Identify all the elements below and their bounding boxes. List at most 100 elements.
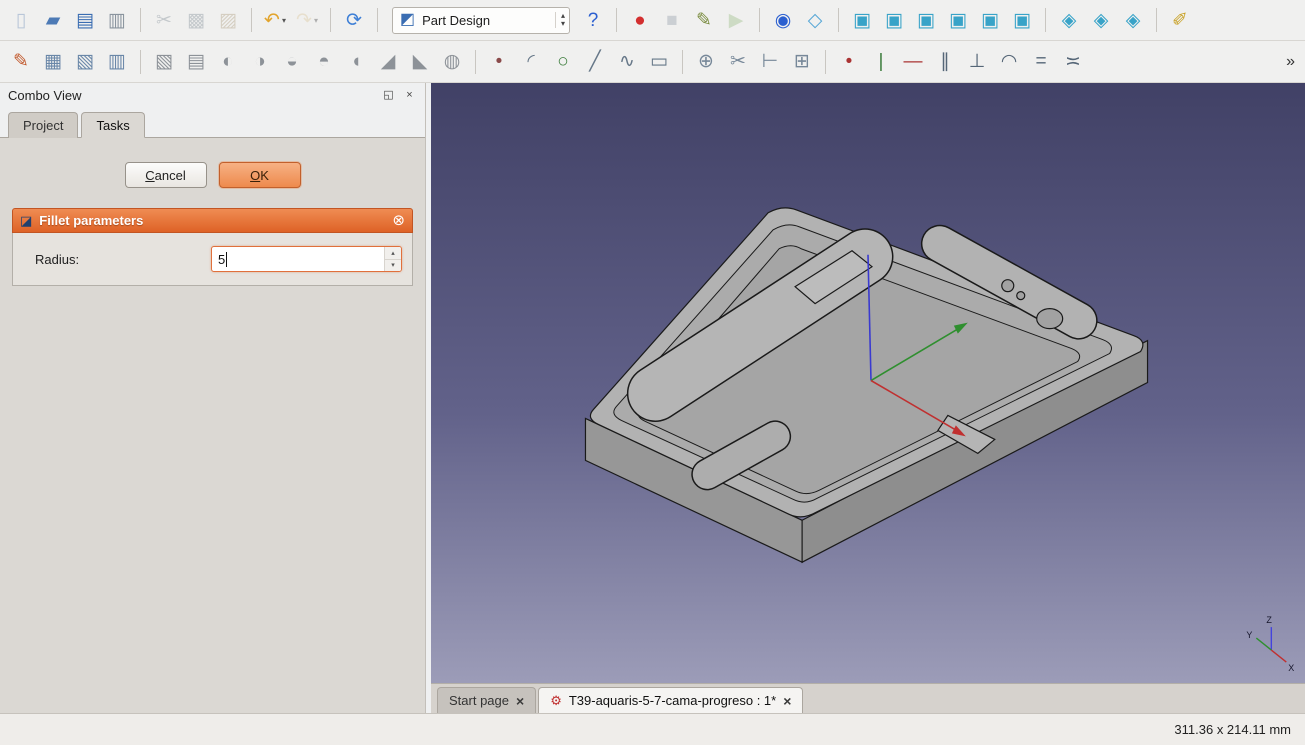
- groove-button[interactable]: ◑: [245, 47, 275, 77]
- freecad-window: ▯ ▰ ▤ ▥ ✂ ▩ ▨ ↶ ▾ ↷ ▾ ⟳ ◩ Part Design ▴ ▾ ? ● ■ ✎ ▶ ◉ ◇ ▣ ▣…: [0, 0, 1305, 745]
- radius-value: 5: [212, 247, 384, 271]
- constrain-coincident-button[interactable]: •: [834, 47, 864, 77]
- workbench-spinner[interactable]: ▴ ▾: [554, 12, 565, 28]
- constrain-horizontal-button[interactable]: —: [898, 47, 928, 77]
- constrain-equal-button[interactable]: =: [1026, 47, 1056, 77]
- constrain-tangent-icon: ◠: [1000, 51, 1018, 72]
- leave-sketch-button[interactable]: ▥: [102, 47, 132, 77]
- tab-project[interactable]: Project: [8, 112, 79, 138]
- task-dialog-buttons: Cancel OK: [0, 162, 425, 188]
- sketch-spline-button[interactable]: ∿: [612, 47, 642, 77]
- extend-edge-button[interactable]: ⊢: [755, 47, 785, 77]
- sketch-spline-icon: ∿: [619, 51, 635, 72]
- toolbar-overflow-button[interactable]: »: [1282, 53, 1299, 71]
- model-body[interactable]: [584, 207, 1149, 564]
- view-rear-button[interactable]: ▣: [943, 5, 973, 35]
- mdi-tab-label: T39-aquaris-5-7-cama-progreso : 1*: [568, 693, 777, 708]
- 3d-viewport[interactable]: Z Y X: [431, 83, 1305, 683]
- view-dimetric-button[interactable]: ◈: [1086, 5, 1116, 35]
- new-file-button[interactable]: ▯: [6, 5, 36, 35]
- thickness-button[interactable]: ◍: [437, 47, 467, 77]
- fillet-button[interactable]: ◖: [341, 47, 371, 77]
- fillet-parameters-header[interactable]: ◪ Fillet parameters ⊗: [12, 208, 413, 233]
- toolbar-separator: [1045, 8, 1046, 32]
- cancel-button[interactable]: Cancel: [124, 162, 207, 188]
- refresh-icon: ⟳: [346, 9, 362, 31]
- constrain-symmetric-button[interactable]: ≍: [1058, 47, 1088, 77]
- constrain-parallel-button[interactable]: ∥: [930, 47, 960, 77]
- map-sketch-to-face-button[interactable]: ▧: [70, 47, 100, 77]
- radius-input[interactable]: 5 ▴ ▾: [211, 246, 402, 272]
- draft-button[interactable]: ◣: [405, 47, 435, 77]
- mdi-tab[interactable]: ⚙ T39-aquaris-5-7-cama-progreso : 1* ×: [538, 687, 804, 713]
- pad-button[interactable]: ▧: [149, 47, 179, 77]
- sketch-point-button[interactable]: •: [484, 47, 514, 77]
- view-trimetric-button[interactable]: ◈: [1118, 5, 1148, 35]
- close-tab-icon[interactable]: ×: [516, 694, 524, 708]
- subtractive-loft-button[interactable]: ◓: [309, 47, 339, 77]
- tab-tasks[interactable]: Tasks: [81, 112, 145, 138]
- copy-icon: ▩: [187, 9, 205, 31]
- measure-distance-button[interactable]: ✐: [1165, 5, 1195, 35]
- constrain-lock-button[interactable]: ⊕: [691, 47, 721, 77]
- new-file-icon: ▯: [15, 9, 27, 31]
- workbench-selector[interactable]: ◩ Part Design ▴ ▾: [392, 6, 570, 34]
- view-front-button[interactable]: ▣: [847, 5, 877, 35]
- trim-edge-button[interactable]: ✂: [723, 47, 753, 77]
- print-button[interactable]: ▥: [102, 5, 132, 35]
- redo-icon: ↷: [296, 9, 312, 31]
- draft-icon: ◣: [412, 51, 428, 72]
- save-button[interactable]: ▤: [70, 5, 100, 35]
- pocket-button[interactable]: ▤: [181, 47, 211, 77]
- macro-edit-icon: ✎: [696, 9, 712, 31]
- undo-button[interactable]: ↶ ▾: [260, 5, 290, 35]
- revolution-button[interactable]: ◐: [213, 47, 243, 77]
- create-sketch-button[interactable]: ✎: [6, 47, 36, 77]
- mini-axis-x-label: X: [1288, 663, 1294, 673]
- external-geometry-icon: ⊞: [794, 51, 810, 72]
- sketch-point-icon: •: [495, 51, 503, 72]
- view-top-button[interactable]: ▣: [879, 5, 909, 35]
- constrain-vertical-button[interactable]: |: [866, 47, 896, 77]
- chamfer-button[interactable]: ◢: [373, 47, 403, 77]
- view-left-button[interactable]: ▣: [1007, 5, 1037, 35]
- fillet-icon: ◖: [350, 51, 362, 72]
- view-axonometric-button[interactable]: ◇: [800, 5, 830, 35]
- constrain-perpendicular-button[interactable]: ⊥: [962, 47, 992, 77]
- zoom-fit-all-button[interactable]: ◉: [768, 5, 798, 35]
- sketch-arc-button[interactable]: ◜: [516, 47, 546, 77]
- view-isometric-button[interactable]: ◈: [1054, 5, 1084, 35]
- additive-loft-button[interactable]: ◒: [277, 47, 307, 77]
- external-geometry-button[interactable]: ⊞: [787, 47, 817, 77]
- edit-sketch-button[interactable]: ▦: [38, 47, 68, 77]
- sketch-rectangle-button[interactable]: ▭: [644, 47, 674, 77]
- view-bottom-button[interactable]: ▣: [975, 5, 1005, 35]
- view-front-icon: ▣: [853, 9, 871, 31]
- collapse-section-button[interactable]: ⊗: [392, 213, 405, 228]
- toolbar-separator: [140, 49, 141, 74]
- close-panel-button[interactable]: ×: [402, 88, 417, 103]
- view-top-icon: ▣: [885, 9, 903, 31]
- view-axonometric-icon: ◇: [807, 9, 823, 31]
- toolbar-separator: [377, 8, 378, 32]
- open-file-button[interactable]: ▰: [38, 5, 68, 35]
- sketch-line-button[interactable]: ╱: [580, 47, 610, 77]
- whats-this-button[interactable]: ?: [578, 5, 608, 35]
- undo-icon: ↶: [264, 9, 280, 31]
- spin-down-button[interactable]: ▾: [385, 259, 401, 271]
- close-tab-icon[interactable]: ×: [783, 694, 791, 708]
- float-panel-button[interactable]: ◱: [381, 88, 396, 103]
- ok-button[interactable]: OK: [218, 162, 301, 188]
- edit-sketch-icon: ▦: [44, 51, 62, 72]
- constrain-tangent-button[interactable]: ◠: [994, 47, 1024, 77]
- thickness-icon: ◍: [443, 51, 461, 72]
- view-right-button[interactable]: ▣: [911, 5, 941, 35]
- sketch-circle-button[interactable]: ○: [548, 47, 578, 77]
- model-canvas[interactable]: Z Y X: [431, 83, 1305, 683]
- refresh-button[interactable]: ⟳: [339, 5, 369, 35]
- macro-record-button[interactable]: ●: [625, 5, 655, 35]
- open-file-icon: ▰: [45, 9, 61, 31]
- macro-edit-button[interactable]: ✎: [689, 5, 719, 35]
- mdi-tab[interactable]: Start page ×: [437, 687, 537, 713]
- spin-up-button[interactable]: ▴: [385, 247, 401, 260]
